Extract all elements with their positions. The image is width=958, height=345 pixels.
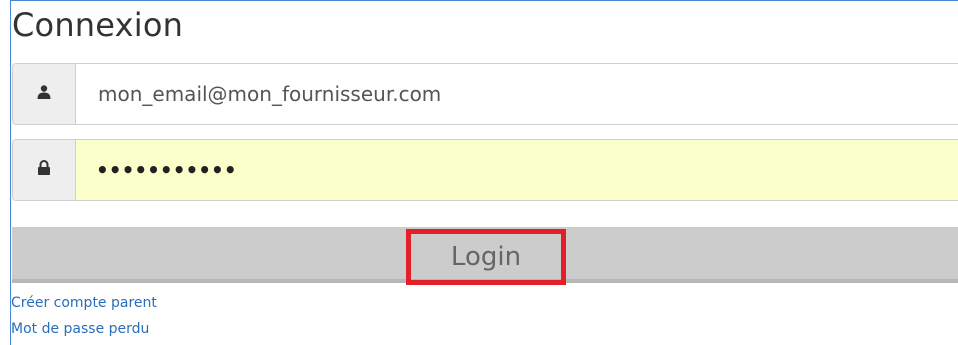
email-addon	[13, 64, 76, 124]
create-parent-account-link[interactable]: Créer compte parent	[11, 295, 157, 311]
login-highlight-box[interactable]: Login	[406, 229, 566, 285]
lock-icon	[37, 159, 51, 181]
page-title: Connexion	[12, 6, 184, 44]
lost-password-link[interactable]: Mot de passe perdu	[11, 321, 149, 337]
email-input[interactable]: mon_email@mon_fournisseur.com	[76, 64, 958, 124]
password-input[interactable]: •••••••••••	[76, 140, 958, 200]
user-icon	[36, 84, 52, 105]
email-field[interactable]: mon_email@mon_fournisseur.com	[12, 63, 958, 125]
password-addon	[13, 140, 76, 200]
password-field[interactable]: •••••••••••	[12, 139, 958, 201]
login-button-label: Login	[450, 242, 522, 272]
